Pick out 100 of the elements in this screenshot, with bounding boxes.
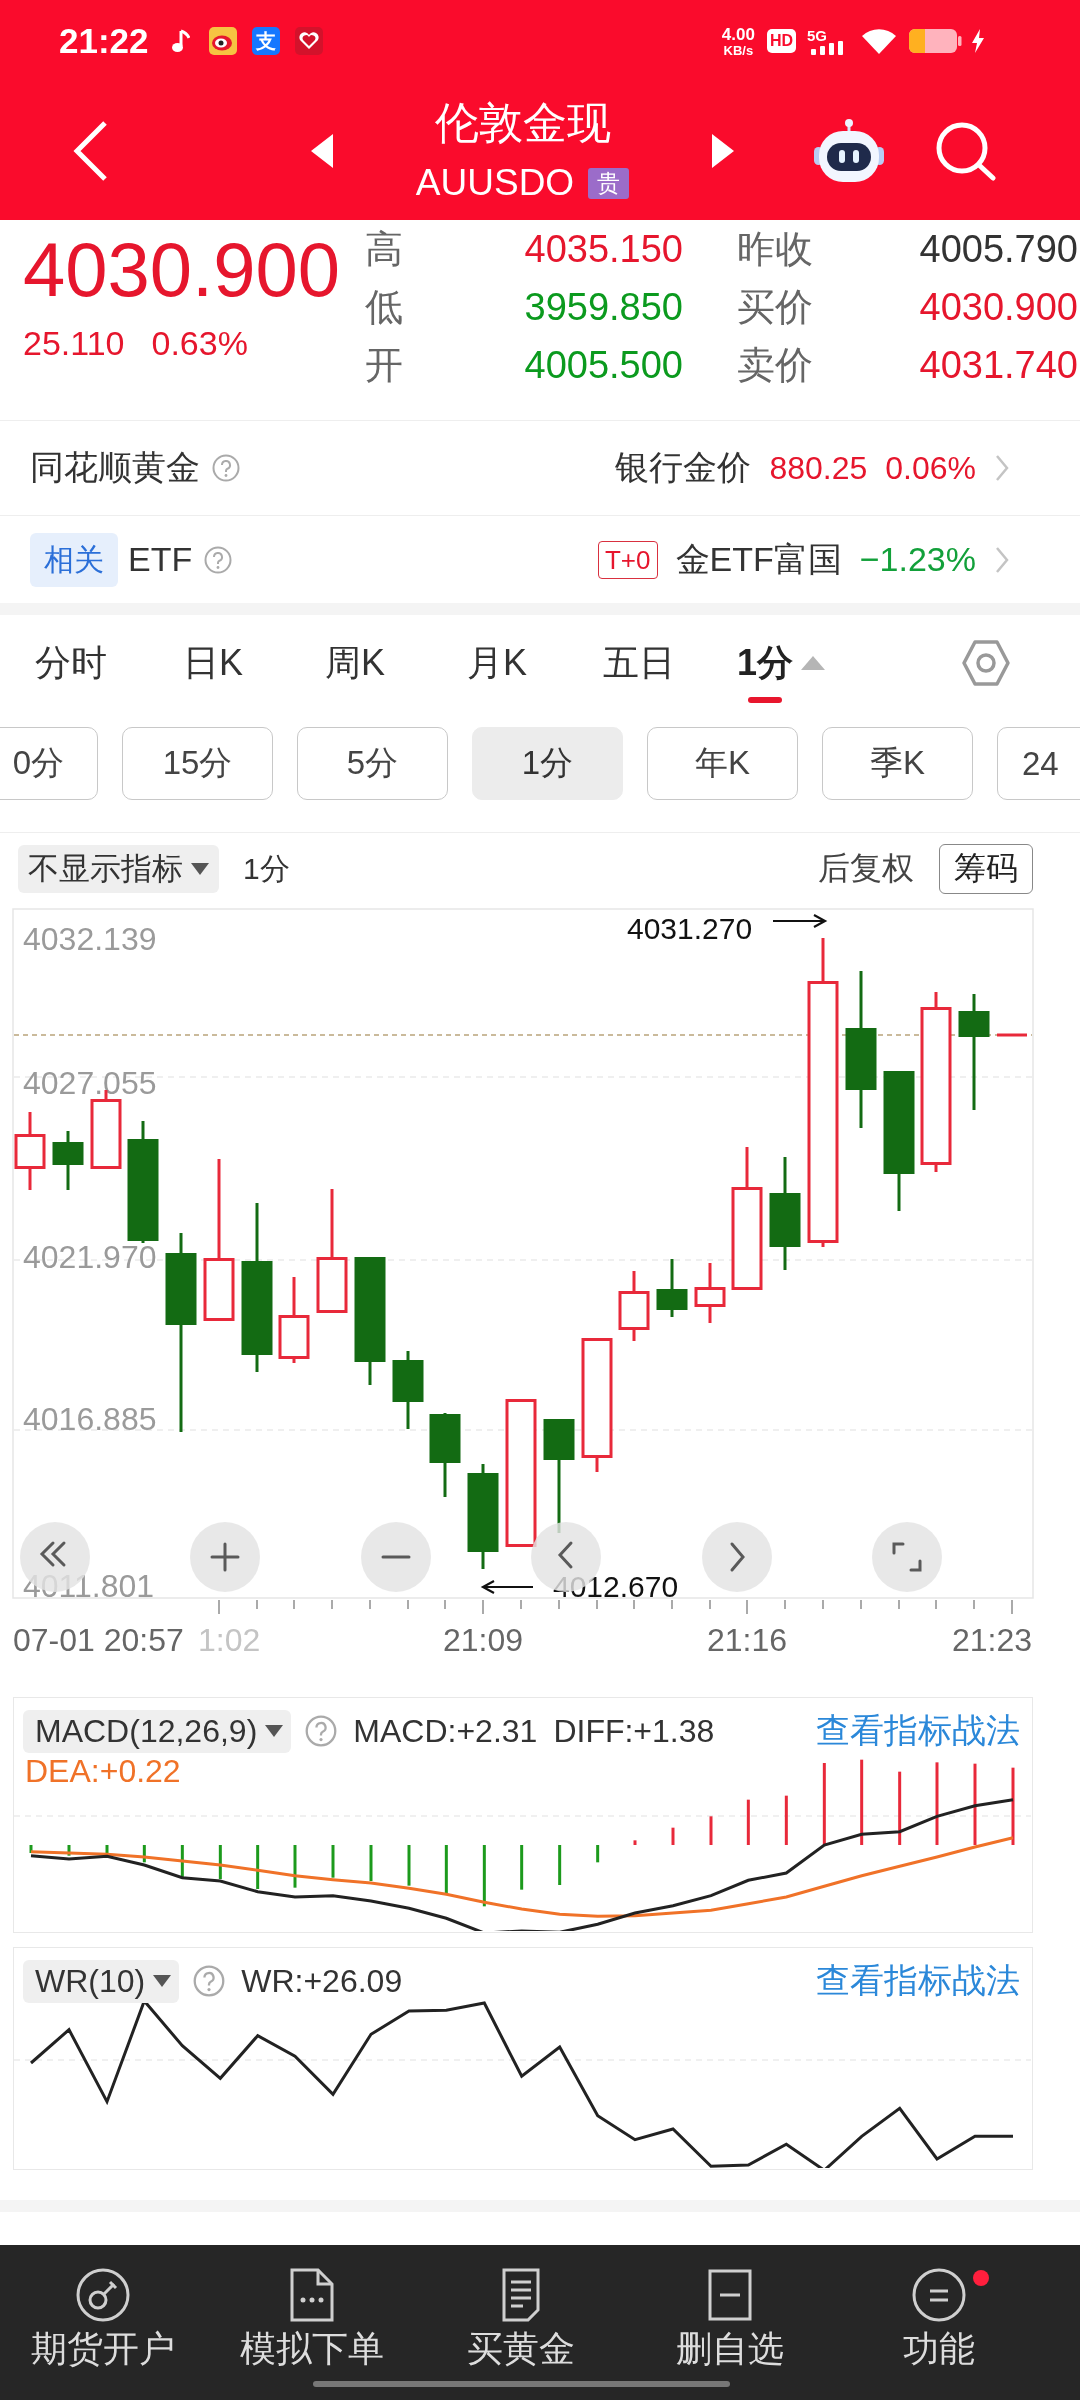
period-tab[interactable]: 分时 xyxy=(0,615,142,710)
low-price-label: 4012.670 xyxy=(553,1570,679,1603)
price-change: 25.110 xyxy=(23,323,125,363)
interval-chip[interactable]: 1分 xyxy=(472,727,623,800)
etf-section-title: ETF xyxy=(128,540,193,579)
chip-distribution-button[interactable]: 筹码 xyxy=(939,844,1033,894)
histogram-bar xyxy=(67,1845,71,1856)
nav-item[interactable]: 模拟下单 xyxy=(207,2245,416,2371)
nav-item[interactable]: 期货开户 xyxy=(0,2245,207,2371)
bank-price-change: 0.06% xyxy=(885,449,976,487)
stat-value: 4005.500 xyxy=(524,343,683,387)
period-tab[interactable]: 五日 xyxy=(568,615,710,710)
histogram-bar xyxy=(180,1845,184,1879)
key-icon xyxy=(74,2267,131,2323)
time-axis-label: 07-01 20:57 xyxy=(13,1622,184,1658)
nav-item[interactable]: 买黄金 xyxy=(416,2245,625,2371)
search-icon[interactable] xyxy=(935,121,997,181)
app-badge: 支 xyxy=(251,27,280,55)
etf-change: −1.23% xyxy=(859,540,976,579)
stat-value: 4031.740 xyxy=(919,343,1078,387)
diff-value: DIFF:+1.38 xyxy=(553,1712,715,1750)
price-axis-label: 4021.970 xyxy=(23,1239,157,1275)
triangle-right-icon[interactable] xyxy=(712,134,734,168)
histogram-bar xyxy=(671,1827,675,1845)
high-price-label: 4031.270 xyxy=(627,912,753,945)
histogram-bar xyxy=(331,1845,335,1878)
help-icon[interactable] xyxy=(305,1715,338,1747)
nav-item[interactable]: 删自选 xyxy=(625,2245,834,2371)
interval-chip[interactable]: 季K xyxy=(822,727,973,800)
help-icon[interactable] xyxy=(193,1965,226,1997)
histogram-bar xyxy=(29,1845,33,1853)
rising-candle xyxy=(618,1271,650,1341)
histogram-bar xyxy=(520,1845,524,1890)
arrow xyxy=(773,914,828,928)
help-icon[interactable] xyxy=(212,454,240,482)
histogram-bar xyxy=(482,1845,486,1907)
interval-chip[interactable]: 15分 xyxy=(122,727,273,800)
selected-tab-indicator xyxy=(748,697,782,703)
period-tab[interactable]: 周K xyxy=(284,615,426,710)
price-marker xyxy=(997,1033,1027,1037)
price-axis-label: 4011.801 xyxy=(23,1568,155,1604)
strategy-link[interactable]: 查看指标战法 xyxy=(816,1708,1020,1754)
period-tab[interactable]: 日K xyxy=(142,615,284,710)
histogram-bar xyxy=(633,1840,637,1845)
histogram-bar xyxy=(142,1845,146,1863)
triangle-left-icon[interactable] xyxy=(311,134,333,168)
stat-label: 低 xyxy=(365,285,403,329)
stat-value: 4005.790 xyxy=(919,227,1078,271)
zoom-out-button[interactable] xyxy=(361,1522,431,1592)
menu-circle-icon xyxy=(910,2267,967,2323)
strategy-link[interactable]: 查看指标战法 xyxy=(816,1958,1020,2004)
stat-value: 4030.900 xyxy=(919,285,1078,329)
stat-value: 4035.150 xyxy=(524,227,683,271)
stat-label: 开 xyxy=(365,343,403,387)
adjustment-toggle[interactable]: 后复权 xyxy=(818,847,914,891)
interval-chip[interactable]: 24 xyxy=(997,727,1080,800)
network-type: 5G xyxy=(807,27,827,43)
histogram-bar xyxy=(407,1845,411,1886)
rising-candle xyxy=(694,1263,726,1323)
interval-chip[interactable]: 5分 xyxy=(297,727,448,800)
caret-up-icon xyxy=(801,655,825,670)
interval-chip[interactable]: 年K xyxy=(647,727,798,800)
period-tab[interactable]: 1分 xyxy=(710,615,852,710)
bank-price-label: 银行金价 xyxy=(615,447,752,488)
change-percent: 0.63% xyxy=(151,323,248,363)
stat-label: 高 xyxy=(365,227,403,271)
plus-icon xyxy=(210,1542,240,1572)
network-speed-unit: KB/s xyxy=(723,43,754,57)
caret-down-icon xyxy=(191,863,209,875)
histogram-bar xyxy=(444,1845,448,1893)
robot-icon[interactable] xyxy=(813,119,885,183)
histogram-bar xyxy=(746,1799,750,1845)
wifi-icon xyxy=(861,28,897,54)
histogram-bar xyxy=(596,1845,600,1863)
histogram-bar xyxy=(218,1845,222,1879)
chart-period: 1分 xyxy=(243,850,290,887)
battery-icon xyxy=(908,28,962,54)
interval-chip[interactable]: 0分 xyxy=(0,727,98,800)
indicator-dropdown[interactable]: 不显示指标 xyxy=(18,845,219,893)
caret-down-icon xyxy=(265,1725,284,1737)
time-axis-label: 21:16 xyxy=(706,1622,788,1658)
indicator-dropdown[interactable]: WR(10) xyxy=(23,1959,180,2003)
minus-icon xyxy=(381,1555,411,1559)
period-tab[interactable]: 月K xyxy=(426,615,568,710)
indicator-dropdown[interactable]: MACD(12,26,9) xyxy=(23,1709,292,1753)
wr-value: WR:+26.09 xyxy=(241,1962,403,2000)
fullscreen-button[interactable] xyxy=(872,1522,942,1592)
time-axis-label: 21:23 xyxy=(951,1622,1032,1658)
status-time: 21:22 xyxy=(59,21,149,61)
zoom-in-button[interactable] xyxy=(190,1522,260,1592)
page-title: 伦敦金现 xyxy=(434,97,611,149)
heart-app-icon xyxy=(294,27,323,55)
symbol-code: AUUSDO xyxy=(415,161,575,205)
network-speed: 4.00 xyxy=(721,25,755,43)
trading-rule-badge: T+0 xyxy=(598,540,658,579)
help-icon[interactable] xyxy=(204,545,233,574)
scroll-right-button[interactable] xyxy=(702,1522,772,1592)
nav-item[interactable]: 功能 xyxy=(834,2245,1043,2371)
macd-value: MACD:+2.31 xyxy=(353,1712,538,1750)
settings-icon[interactable] xyxy=(962,639,1010,686)
